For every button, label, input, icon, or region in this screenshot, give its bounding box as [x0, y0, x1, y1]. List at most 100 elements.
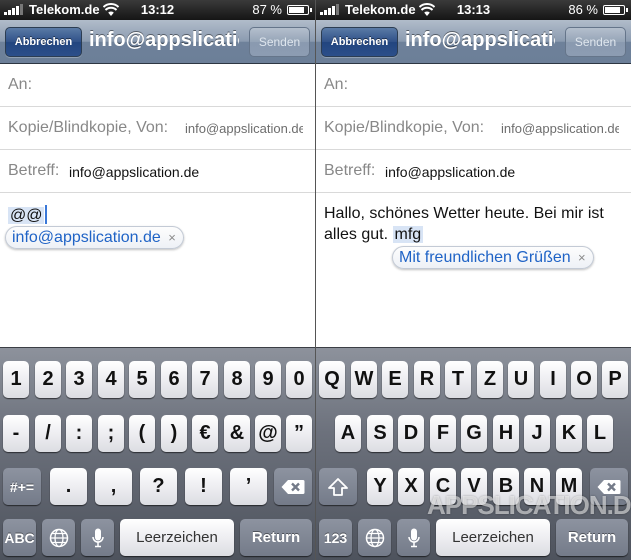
cc-bcc-from-field[interactable]: Kopie/Blindkopie, Von: info@appslication…	[316, 107, 631, 150]
return-key[interactable]: Return	[556, 519, 628, 556]
dictation-key[interactable]	[397, 519, 430, 556]
battery-percent: 87 %	[252, 2, 282, 17]
cancel-button[interactable]: Abbrechen	[5, 27, 82, 57]
globe-key[interactable]	[42, 519, 75, 556]
key[interactable]: O	[571, 361, 597, 398]
typed-text: @@	[8, 205, 48, 225]
key[interactable]: 3	[66, 361, 92, 398]
key[interactable]: 2	[35, 361, 61, 398]
key[interactable]: A	[335, 415, 361, 452]
text-cursor	[45, 205, 48, 224]
status-bar: Telekom.de 13:12 87 %	[0, 0, 315, 20]
key[interactable]: /	[35, 415, 61, 452]
to-label: An:	[324, 76, 349, 93]
subject-field[interactable]: Betreff: info@appslication.de	[316, 150, 631, 193]
key[interactable]: ”	[286, 415, 312, 452]
key[interactable]: Q	[319, 361, 345, 398]
key[interactable]: P	[602, 361, 628, 398]
close-icon[interactable]: ×	[168, 227, 176, 248]
key[interactable]: K	[556, 415, 582, 452]
key[interactable]: S	[367, 415, 393, 452]
key[interactable]: :	[66, 415, 92, 452]
abc-key[interactable]: ABC	[3, 519, 36, 556]
key[interactable]: W	[351, 361, 377, 398]
body-line-2: alles gut. mfg	[324, 226, 424, 243]
mail-compose-left: Telekom.de 13:12 87 % Abbrechen info@app…	[0, 0, 315, 560]
cc-label: Kopie/Blindkopie, Von:	[8, 119, 169, 136]
globe-key[interactable]	[358, 519, 391, 556]
key[interactable]: G	[461, 415, 487, 452]
send-button[interactable]: Senden	[249, 27, 310, 57]
key[interactable]: Z	[477, 361, 503, 398]
keyboard-numbers: 1 2 3 4 5 6 7 8 9 0 - / : ; ( ) € & @ ” …	[0, 347, 315, 560]
return-key[interactable]: Return	[240, 519, 312, 556]
backspace-key[interactable]	[274, 468, 312, 505]
key[interactable]: 6	[161, 361, 187, 398]
key[interactable]: (	[129, 415, 155, 452]
nav-title: info@appslication.de	[89, 29, 239, 51]
key[interactable]: !	[185, 468, 222, 505]
key[interactable]: 5	[129, 361, 155, 398]
nav-title: info@appslication.de	[405, 29, 555, 51]
key[interactable]: T	[445, 361, 471, 398]
mail-compose-right: Telekom.de 13:13 86 % Abbrechen info@app…	[316, 0, 631, 560]
autocorrect-suggestion[interactable]: info@appslication.de ×	[5, 226, 184, 249]
close-icon[interactable]: ×	[578, 247, 586, 268]
suggestion-text: Mit freundlichen Grüßen	[399, 249, 571, 266]
key[interactable]: €	[192, 415, 218, 452]
body-line-1: Hallo, schönes Wetter heute. Bei mir ist	[324, 205, 604, 222]
microphone-icon	[91, 528, 104, 547]
typed-word: mfg	[392, 226, 424, 243]
key[interactable]: -	[3, 415, 29, 452]
to-field[interactable]: An:	[316, 64, 631, 107]
to-label: An:	[8, 76, 33, 93]
key[interactable]: ?	[140, 468, 177, 505]
key[interactable]: 1	[3, 361, 29, 398]
keyboard-letters: Q W E R T Z U I O P A S D F G H J K L Y …	[316, 347, 631, 560]
key[interactable]: X	[398, 468, 424, 505]
battery-icon	[603, 5, 628, 15]
shift-key[interactable]	[319, 468, 357, 505]
numbers-key[interactable]: 123	[319, 519, 352, 556]
key[interactable]: U	[508, 361, 534, 398]
key[interactable]: 4	[98, 361, 124, 398]
watermark-logo: APPSLICATION.DE	[427, 490, 631, 520]
message-body[interactable]: Hallo, schönes Wetter heute. Bei mir ist…	[316, 193, 631, 347]
autocorrect-suggestion[interactable]: Mit freundlichen Grüßen ×	[392, 246, 594, 269]
microphone-icon	[407, 528, 420, 547]
key[interactable]: E	[382, 361, 408, 398]
key[interactable]: 8	[224, 361, 250, 398]
key[interactable]: F	[430, 415, 456, 452]
cc-bcc-from-field[interactable]: Kopie/Blindkopie, Von: info@appslication…	[0, 107, 315, 150]
key[interactable]: 7	[192, 361, 218, 398]
to-field[interactable]: An:	[0, 64, 315, 107]
subject-label: Betreff:	[8, 162, 60, 179]
key[interactable]: J	[524, 415, 550, 452]
key[interactable]: ,	[95, 468, 132, 505]
message-body[interactable]: @@ info@appslication.de ×	[0, 193, 315, 347]
space-key[interactable]: Leerzeichen	[436, 519, 550, 556]
subject-field[interactable]: Betreff: info@appslication.de	[0, 150, 315, 193]
key[interactable]: H	[493, 415, 519, 452]
key[interactable]: ’	[230, 468, 267, 505]
shift-icon	[328, 477, 348, 496]
key[interactable]: D	[398, 415, 424, 452]
key[interactable]: &	[224, 415, 250, 452]
send-button[interactable]: Senden	[565, 27, 626, 57]
key[interactable]: 0	[286, 361, 312, 398]
key[interactable]: .	[50, 468, 87, 505]
space-key[interactable]: Leerzeichen	[120, 519, 234, 556]
backspace-icon	[281, 479, 305, 494]
key[interactable]: ;	[98, 415, 124, 452]
dictation-key[interactable]	[81, 519, 114, 556]
key[interactable]: R	[414, 361, 440, 398]
key[interactable]: )	[161, 415, 187, 452]
key[interactable]: I	[540, 361, 566, 398]
key[interactable]: 9	[255, 361, 281, 398]
cancel-button[interactable]: Abbrechen	[321, 27, 398, 57]
symbols-toggle-key[interactable]: #+=	[3, 468, 41, 505]
key[interactable]: L	[587, 415, 613, 452]
key[interactable]: Y	[367, 468, 393, 505]
from-value: info@appslication.de	[185, 121, 303, 136]
key[interactable]: @	[255, 415, 281, 452]
